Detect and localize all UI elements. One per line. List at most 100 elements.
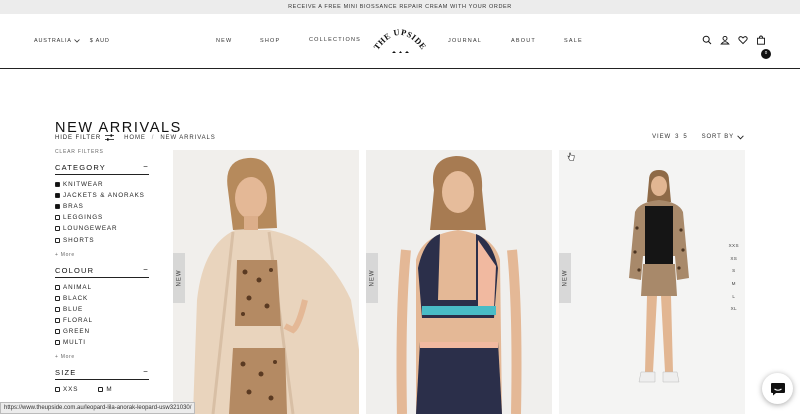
size-option-m[interactable]: M	[729, 278, 739, 291]
size-option-xxs[interactable]: XXS	[729, 240, 739, 253]
product-image[interactable]	[559, 150, 745, 414]
size-option-m[interactable]: M	[98, 384, 112, 395]
checkbox[interactable]	[55, 295, 60, 301]
category-option-bras[interactable]: BRAS	[55, 201, 149, 212]
category-facet-header[interactable]: CATEGORY −	[55, 163, 149, 175]
size-option-l[interactable]: L	[729, 291, 739, 304]
cart-count-badge: 0	[761, 49, 771, 59]
svg-text:THE UPSIDE: THE UPSIDE	[372, 28, 428, 52]
size-facet-header[interactable]: SIZE −	[55, 367, 149, 381]
category-option-shorts[interactable]: SHORTS	[55, 234, 149, 245]
nav-shop[interactable]: SHOP	[260, 38, 280, 44]
colour-option-green[interactable]: GREEN	[55, 326, 149, 337]
collapse-icon: −	[143, 367, 149, 377]
breadcrumb-home[interactable]: HOME	[124, 135, 146, 141]
colour-option-blue[interactable]: BLUE	[55, 304, 149, 315]
country-selector[interactable]: AUSTRALIA	[34, 38, 80, 44]
nav-collections[interactable]: COLLECTIONS	[309, 37, 361, 43]
quick-size-list: XXS XS S M L XL	[729, 240, 739, 316]
new-badge-label: NEW	[369, 269, 375, 287]
colour-facet-header[interactable]: COLOUR −	[55, 265, 149, 278]
checkbox[interactable]	[55, 306, 60, 312]
currency-label[interactable]: $ AUD	[90, 38, 110, 44]
category-option-leggings[interactable]: LEGGINGS	[55, 212, 149, 223]
product-image[interactable]	[366, 150, 552, 414]
option-label: SHORTS	[63, 236, 95, 244]
view-option-3[interactable]: 3	[675, 134, 679, 140]
chevron-down-icon	[73, 39, 80, 43]
option-label: JACKETS & ANORAKS	[63, 192, 145, 200]
view-label: VIEW	[652, 134, 672, 140]
hide-filter-label: HIDE FILTER	[55, 134, 102, 141]
checkbox[interactable]	[55, 387, 60, 393]
checkbox[interactable]	[55, 237, 60, 243]
account-button[interactable]	[720, 35, 730, 45]
product-card[interactable]: NEW	[173, 150, 359, 414]
colour-option-floral[interactable]: FLORAL	[55, 315, 149, 326]
checkbox[interactable]	[55, 215, 60, 221]
nav-sale[interactable]: SALE	[564, 38, 583, 44]
new-badge-label: NEW	[176, 269, 182, 287]
hide-filter-button[interactable]: HIDE FILTER	[55, 134, 115, 141]
view-option-5[interactable]: 5	[683, 134, 687, 140]
new-badge-label: NEW	[562, 269, 568, 287]
size-option-xxs[interactable]: XXS	[55, 384, 78, 395]
size-option-xs[interactable]: XS	[729, 253, 739, 266]
new-badge: NEW	[366, 253, 378, 303]
cart-button[interactable]: 0	[756, 35, 771, 59]
option-label: LEGGINGS	[63, 214, 104, 222]
nav-journal[interactable]: JOURNAL	[448, 38, 482, 44]
new-badge: NEW	[559, 253, 571, 303]
sort-dropdown[interactable]: SORT BY	[702, 134, 744, 140]
checkbox[interactable]	[55, 226, 60, 232]
size-facet-title: SIZE	[55, 368, 77, 378]
category-more-link[interactable]: + More	[55, 252, 149, 258]
search-icon	[702, 35, 712, 45]
checkbox[interactable]	[55, 340, 60, 346]
category-option-loungewear[interactable]: LOUNGEWEAR	[55, 223, 149, 234]
nav-new[interactable]: NEW	[216, 38, 232, 44]
colour-options: ANIMAL BLACK BLUE FLORAL GREEN MULTI	[55, 282, 149, 349]
nav-about[interactable]: ABOUT	[511, 38, 536, 44]
heart-icon	[738, 36, 748, 45]
chat-widget-button[interactable]	[762, 373, 793, 404]
colour-option-animal[interactable]: ANIMAL	[55, 282, 149, 293]
checkbox[interactable]	[55, 204, 60, 210]
size-option-s[interactable]: S	[729, 265, 739, 278]
category-facet-title: CATEGORY	[55, 163, 106, 172]
product-card[interactable]: NEW	[366, 150, 552, 414]
option-label: GREEN	[63, 327, 90, 335]
breadcrumb: HOME / NEW ARRIVALS	[124, 135, 216, 141]
option-label: FLORAL	[63, 316, 93, 324]
colour-option-multi[interactable]: MULTI	[55, 337, 149, 348]
colour-more-link[interactable]: + More	[55, 354, 149, 360]
size-option-xl[interactable]: XL	[729, 303, 739, 316]
sort-label: SORT BY	[701, 134, 734, 140]
category-options: KNITWEAR JACKETS & ANORAKS BRAS LEGGINGS…	[55, 179, 149, 246]
option-label: BRAS	[63, 203, 84, 211]
checkbox[interactable]	[55, 193, 60, 199]
product-card[interactable]: NEW XXS XS S M L XL	[559, 150, 745, 414]
filter-sliders-icon	[105, 134, 115, 141]
option-label: M	[106, 386, 113, 394]
wishlist-button[interactable]	[738, 35, 748, 45]
category-option-knitwear[interactable]: KNITWEAR	[55, 179, 149, 190]
colour-option-black[interactable]: BLACK	[55, 293, 149, 304]
announcement-bar: RECEIVE A FREE MINI BIOSSANCE REPAIR CRE…	[0, 0, 800, 14]
clear-filters-link[interactable]: CLEAR FILTERS	[55, 149, 149, 155]
checkbox[interactable]	[55, 284, 60, 290]
country-label: AUSTRALIA	[34, 38, 72, 44]
category-option-jackets-anoraks[interactable]: JACKETS & ANORAKS	[55, 190, 149, 201]
product-image[interactable]	[173, 150, 359, 414]
option-label: MULTI	[63, 339, 86, 347]
option-label: XXS	[63, 386, 79, 394]
locale-selector[interactable]: AUSTRALIA $ AUD	[34, 38, 110, 44]
checkbox[interactable]	[55, 182, 60, 188]
search-button[interactable]	[702, 35, 712, 45]
brand-logo[interactable]: THE UPSIDE	[372, 24, 428, 60]
header-icons: 0	[702, 35, 771, 59]
checkbox[interactable]	[55, 328, 60, 334]
checkbox[interactable]	[55, 317, 60, 323]
checkbox[interactable]	[98, 387, 104, 393]
view-selector: VIEW 3 5	[652, 134, 687, 140]
